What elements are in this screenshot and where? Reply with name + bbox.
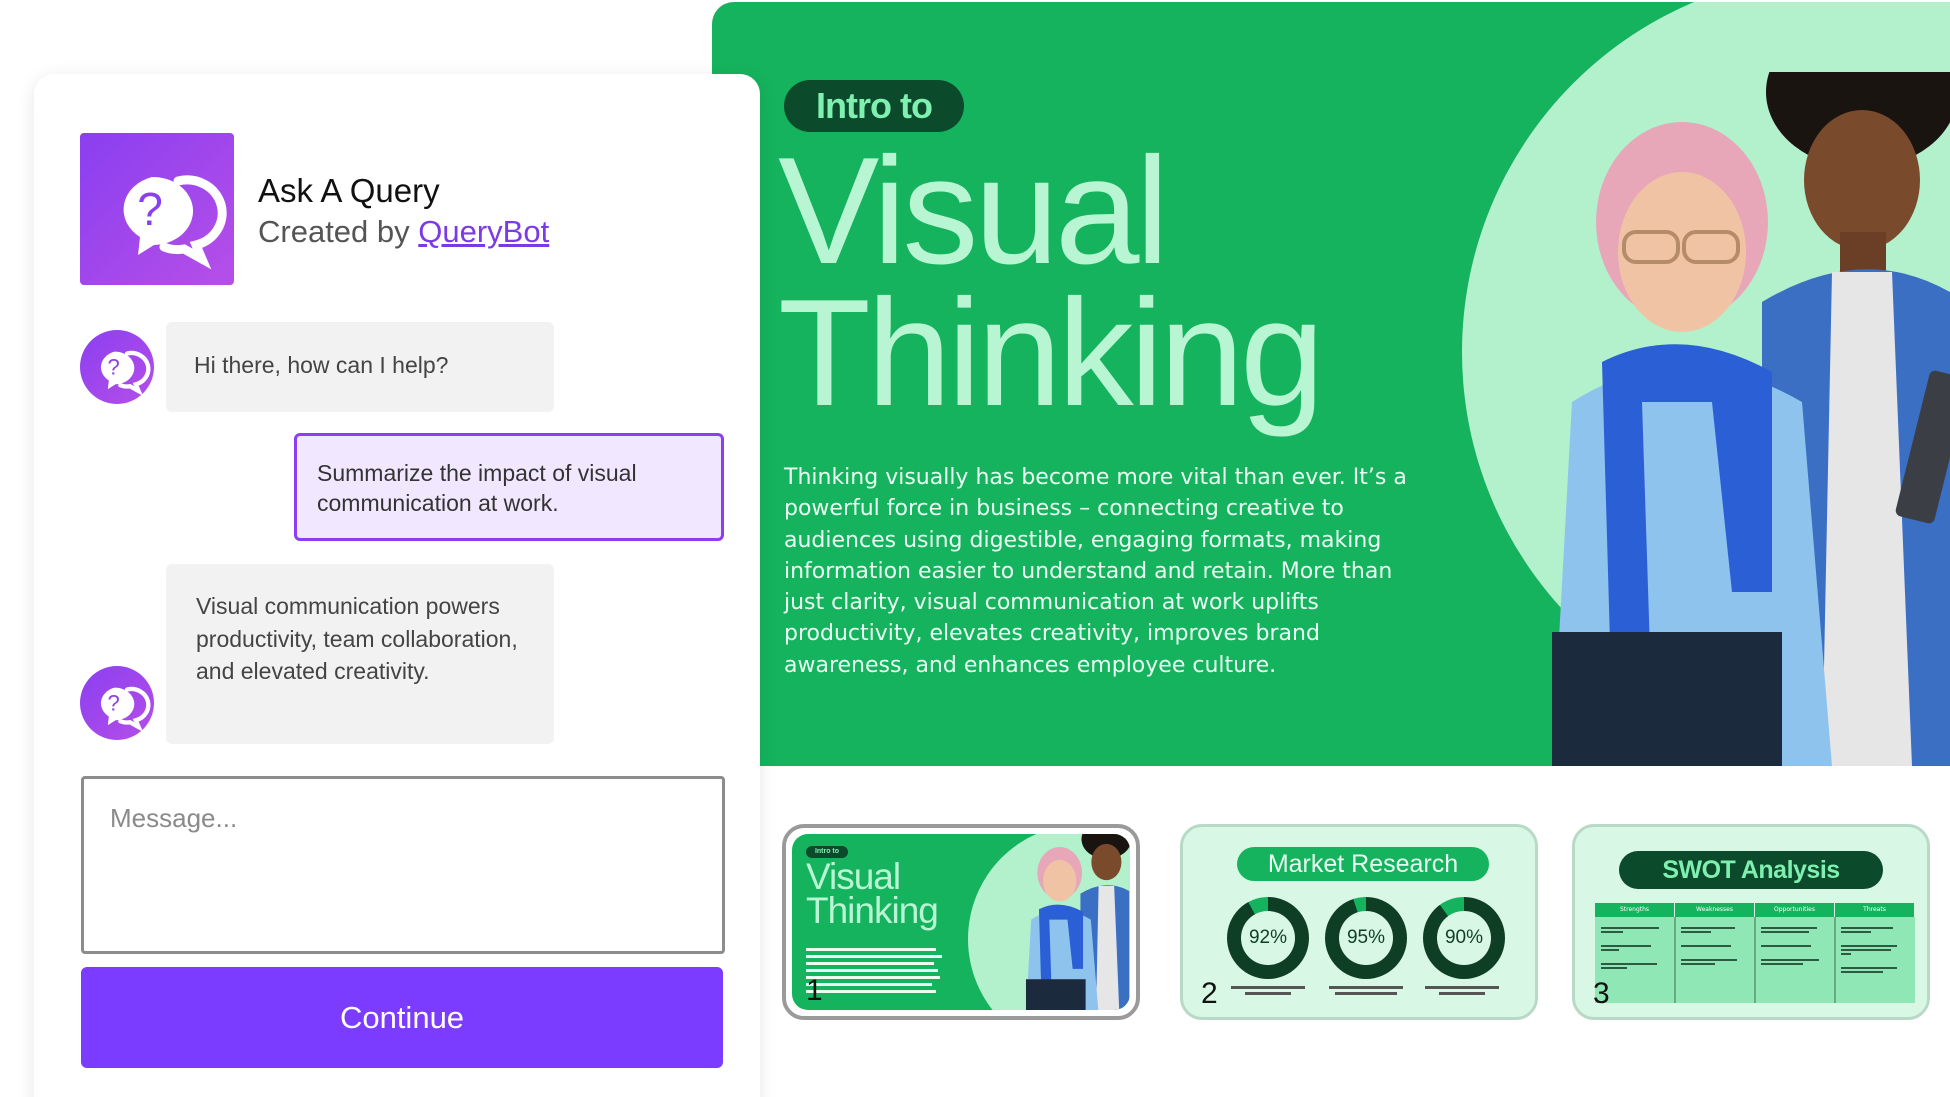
thumbnail-1-preview: Intro to Visual Thinking 1 [792, 834, 1130, 1010]
chat-question-icon: ? [100, 686, 151, 732]
creator-link[interactable]: QueryBot [418, 214, 549, 249]
bot-avatar: ? [80, 330, 154, 404]
slide-title[interactable]: Visual Thinking [778, 126, 1325, 438]
slide-canvas[interactable]: Intro to Visual Thinking Thinking visual… [712, 2, 1950, 766]
stat-donut-3: 90% [1423, 897, 1505, 979]
canvas: Intro to Visual Thinking Thinking visual… [0, 0, 1950, 1097]
bot-avatar: ? [80, 666, 154, 740]
app-name: Ask A Query [258, 172, 440, 209]
stat-donut-value: 95% [1339, 911, 1393, 965]
slide-thumbnail-1[interactable]: Intro to Visual Thinking 1 [782, 824, 1140, 1020]
slide-body-text[interactable]: Thinking visually has become more vital … [784, 462, 1424, 681]
swot-table-header: Strengths Weaknesses Opportunities Threa… [1595, 903, 1915, 917]
thumbnail-title: Market Research [1237, 847, 1489, 881]
slide-thumbnail-3[interactable]: SWOT Analysis Strengths Weaknesses Oppor… [1572, 824, 1930, 1020]
thumbnail-number: 3 [1593, 977, 1610, 1010]
stat-donut-value: 92% [1241, 911, 1295, 965]
swot-col-strengths: Strengths [1595, 903, 1675, 917]
swot-col-opportunities: Opportunities [1755, 903, 1835, 917]
bot-message: Visual communication powers productivity… [166, 564, 554, 744]
thumbnail-title: SWOT Analysis [1619, 851, 1883, 889]
slide-title-line-1: Visual [778, 126, 1169, 296]
swot-col-threats: Threats [1835, 903, 1915, 917]
chat-question-icon: ? [123, 175, 227, 270]
svg-text:?: ? [107, 355, 119, 380]
app-creator-line: Created by QueryBot [258, 214, 549, 250]
user-message: Summarize the impact of visual communica… [294, 433, 724, 541]
thumbnail-number: 2 [1201, 977, 1218, 1010]
thumbnail-title-line-2: Thinking [806, 890, 939, 931]
thumbnail-title-line-1: Visual [806, 856, 901, 897]
thumbnail-body-text [806, 948, 942, 993]
svg-text:?: ? [107, 691, 119, 716]
swot-col-weaknesses: Weaknesses [1675, 903, 1755, 917]
thumbnail-title: Visual Thinking [806, 856, 939, 931]
bot-message: Hi there, how can I help? [166, 322, 554, 412]
continue-button[interactable]: Continue [81, 967, 723, 1068]
created-by-label: Created by [258, 214, 410, 249]
slide-title-line-2: Thinking [778, 268, 1325, 438]
thumbnail-people-photo [1025, 834, 1130, 1010]
stat-donut-1: 92% [1227, 897, 1309, 979]
slide-pill-label[interactable]: Intro to [784, 80, 964, 132]
people-photo[interactable] [1532, 72, 1950, 766]
svg-text:?: ? [137, 183, 163, 235]
chat-question-icon: ? [100, 350, 151, 396]
swot-table: Strengths Weaknesses Opportunities Threa… [1595, 903, 1915, 1003]
message-input[interactable] [81, 776, 725, 954]
stat-donut-value: 90% [1437, 911, 1491, 965]
app-icon: ? [80, 133, 234, 285]
swot-table-body [1601, 917, 1897, 1003]
thumbnail-number: 1 [806, 974, 823, 1007]
stat-donut-2: 95% [1325, 897, 1407, 979]
stat-captions [1231, 986, 1499, 995]
slide-thumbnail-2[interactable]: Market Research 92% 95% 90% 2 [1180, 824, 1538, 1020]
